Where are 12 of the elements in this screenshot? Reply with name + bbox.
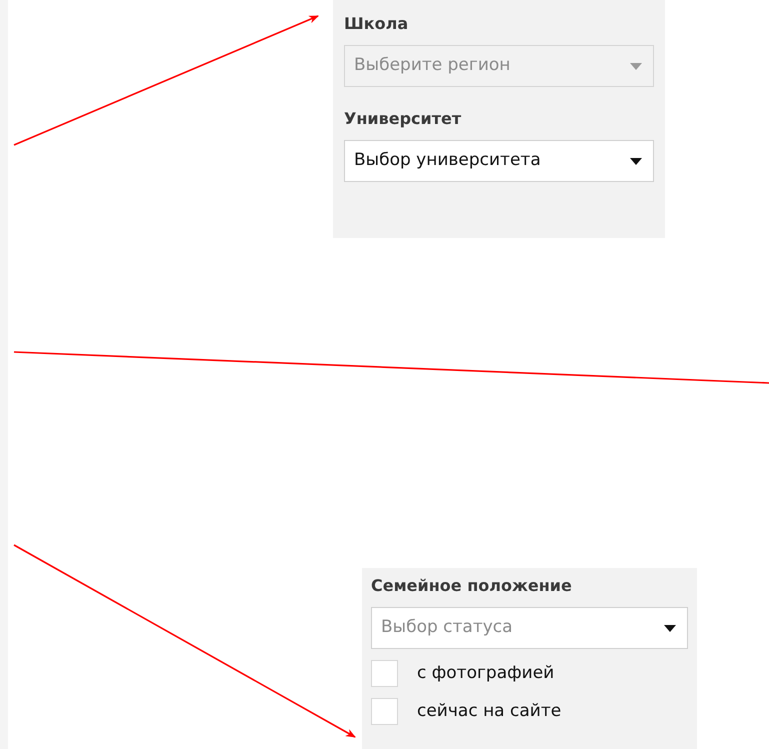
caret-icon: [630, 158, 642, 164]
field-label: Школа: [344, 14, 410, 34]
caret-icon: [630, 62, 642, 70]
checkbox[interactable]: [371, 660, 398, 687]
field-label: Семейное положение: [371, 576, 573, 596]
checkbox-label: с фотографией: [417, 662, 554, 685]
checkbox-label: сейчас на сайте: [417, 700, 562, 723]
dropdown[interactable]: Выбор университета: [344, 140, 654, 182]
dropdown[interactable]: Выбор статуса: [371, 607, 688, 649]
caret-icon: [664, 624, 676, 632]
field-label: Университет: [344, 109, 462, 129]
checkbox[interactable]: [371, 698, 398, 725]
